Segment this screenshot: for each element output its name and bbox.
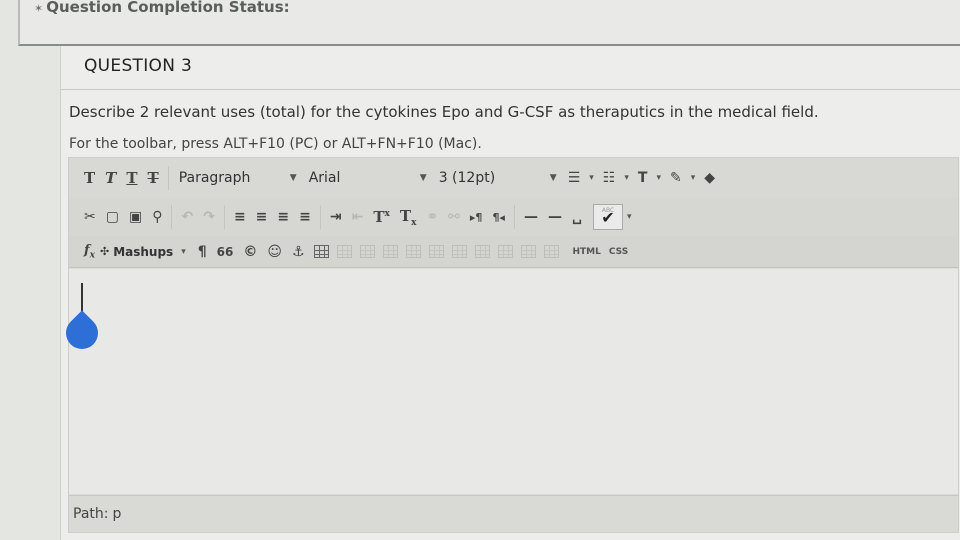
chevron-down-icon: ▼ [289, 173, 297, 183]
space-icon[interactable]: ␣ [572, 209, 582, 225]
table-cell-icon[interactable] [359, 245, 375, 258]
table-delete-col-icon[interactable] [451, 245, 467, 258]
collapse-icon[interactable]: ✶ [34, 2, 43, 15]
question-text: Describe 2 relevant uses (total) for the… [69, 103, 819, 121]
path-indicator: Path: p [73, 506, 121, 522]
link-icon[interactable]: ⚭ [426, 209, 438, 225]
toolbar-separator [171, 205, 173, 229]
copy-icon[interactable]: ▢ [106, 209, 119, 225]
mashups-icon: ✣ [99, 245, 110, 258]
chevron-down-icon: ▼ [419, 173, 427, 183]
subscript-mark: x [411, 217, 417, 228]
numbered-list-icon[interactable]: ☷ [603, 170, 616, 186]
cut-icon[interactable]: ✂ [84, 209, 96, 225]
spellcheck-abc-label: ABC [601, 206, 615, 214]
subscript-label: T [399, 206, 412, 225]
align-right-icon[interactable]: ≡ [277, 209, 289, 225]
path-label: Path: [73, 506, 109, 522]
paragraph-select-value: Paragraph [178, 170, 251, 186]
chevron-down-icon[interactable]: ▾ [624, 173, 629, 183]
redo-icon[interactable]: ↷ [203, 209, 215, 225]
table-delete-icon[interactable] [543, 245, 559, 258]
chevron-down-icon[interactable]: ▾ [691, 173, 696, 183]
html-button[interactable]: HTML [573, 247, 601, 257]
anchor-icon[interactable]: ⚓ [292, 244, 305, 260]
table-icon[interactable] [313, 245, 329, 258]
toolbar-hint: For the toolbar, press ALT+F10 (PC) or A… [69, 136, 482, 152]
table-delete-row-icon[interactable] [405, 245, 421, 258]
cursor-handle-icon[interactable] [59, 310, 105, 356]
css-button[interactable]: CSS [609, 247, 628, 257]
question-header: QUESTION 3 [61, 46, 960, 90]
mashups-label: Mashups [113, 244, 174, 259]
toolbar-separator [319, 205, 321, 229]
question-panel: QUESTION 3 Describe 2 relevant uses (tot… [59, 46, 960, 540]
status-title[interactable]: ✶ Question Completion Status: [34, 0, 290, 16]
align-left-icon[interactable]: ≡ [234, 209, 246, 225]
paste-icon[interactable]: ▣ [129, 209, 142, 225]
ltr-paragraph-icon[interactable]: ▸¶ [470, 211, 483, 224]
nonbreaking-line-icon[interactable]: — [548, 209, 562, 225]
table-insert-row-icon[interactable] [382, 245, 398, 258]
align-center-icon[interactable]: ≡ [256, 209, 268, 225]
toolbar-row-1: T T T T Paragraph ▼ Arial ▼ 3 (12pt) ▼ ☰… [69, 158, 958, 198]
superscript-mark: x [384, 209, 390, 219]
size-select[interactable]: 3 (12pt) ▼ [433, 164, 563, 192]
indent-icon[interactable]: ⇥ [330, 209, 342, 225]
text-color-icon[interactable]: T [638, 170, 648, 186]
size-select-value: 3 (12pt) [438, 170, 496, 186]
toolbar-separator [223, 205, 225, 229]
unlink-icon[interactable]: ⚯ [448, 209, 460, 225]
strikethrough-button[interactable]: T [148, 169, 159, 187]
subscript-button[interactable]: Tx [400, 207, 417, 228]
mashups-dropdown[interactable]: ✣ Mashups ▾ [100, 245, 190, 259]
chevron-down-icon[interactable]: ▾ [589, 173, 594, 183]
superscript-label: T [373, 208, 385, 226]
table-props-icon[interactable] [520, 245, 536, 258]
chevron-down-icon: ▼ [549, 173, 557, 183]
rich-text-editor: T T T T Paragraph ▼ Arial ▼ 3 (12pt) ▼ ☰… [59, 157, 959, 533]
eraser-icon[interactable]: ◆ [704, 170, 715, 186]
chevron-down-icon: ▾ [181, 246, 186, 257]
font-select-value: Arial [308, 170, 341, 186]
search-icon[interactable]: ⚲ [152, 209, 162, 225]
spellcheck-button[interactable]: ABC ✔ [593, 204, 623, 230]
toolbar-row-2: ✂ ▢ ▣ ⚲ ↶ ↷ ≡ ≡ ≡ ≡ ⇥ ⇤ Tx Tx ⚭ ⚯ ▸¶ ¶◂ … [69, 198, 958, 236]
toolbar-separator [167, 166, 169, 190]
question-status-bar: ✶ Question Completion Status: [18, 0, 960, 46]
chevron-down-icon[interactable]: ▾ [627, 212, 632, 222]
toolbar-separator [513, 205, 515, 229]
toolbar-row-3: fx ✣ Mashups ▾ ¶ 66 © ☺ ⚓ HTML CSS [69, 236, 958, 268]
editor-content-area[interactable] [59, 269, 958, 494]
paragraph-mark-button[interactable]: ¶ [198, 244, 207, 260]
italic-button[interactable]: T [105, 169, 116, 187]
undo-icon[interactable]: ↶ [181, 209, 193, 225]
rtl-paragraph-icon[interactable]: ¶◂ [492, 211, 505, 224]
highlight-pen-icon[interactable]: ✎ [670, 170, 682, 186]
chevron-down-icon[interactable]: ▾ [656, 173, 661, 183]
blockquote-button[interactable]: 66 [217, 245, 234, 259]
superscript-button[interactable]: Tx [373, 208, 390, 226]
bold-button[interactable]: T [84, 169, 95, 187]
paragraph-select[interactable]: Paragraph ▼ [173, 164, 303, 192]
table-merge-icon[interactable] [474, 245, 490, 258]
outdent-icon[interactable]: ⇤ [352, 209, 364, 225]
emoticon-icon[interactable]: ☺ [267, 244, 282, 260]
question-title: QUESTION 3 [84, 56, 193, 76]
font-select[interactable]: Arial ▼ [303, 164, 433, 192]
horizontal-rule-icon[interactable]: — [524, 209, 538, 225]
underline-button[interactable]: T [126, 169, 137, 187]
table-row-icon[interactable] [336, 245, 352, 258]
align-justify-icon[interactable]: ≡ [299, 209, 311, 225]
path-value[interactable]: p [112, 506, 121, 522]
table-split-icon[interactable] [497, 245, 513, 258]
table-insert-col-icon[interactable] [428, 245, 444, 258]
formula-icon[interactable]: fx [84, 243, 95, 261]
status-title-label: Question Completion Status: [46, 0, 290, 16]
editor-path-bar: Path: p [69, 495, 958, 532]
copyright-button[interactable]: © [243, 244, 257, 260]
bullet-list-icon[interactable]: ☰ [568, 170, 581, 186]
